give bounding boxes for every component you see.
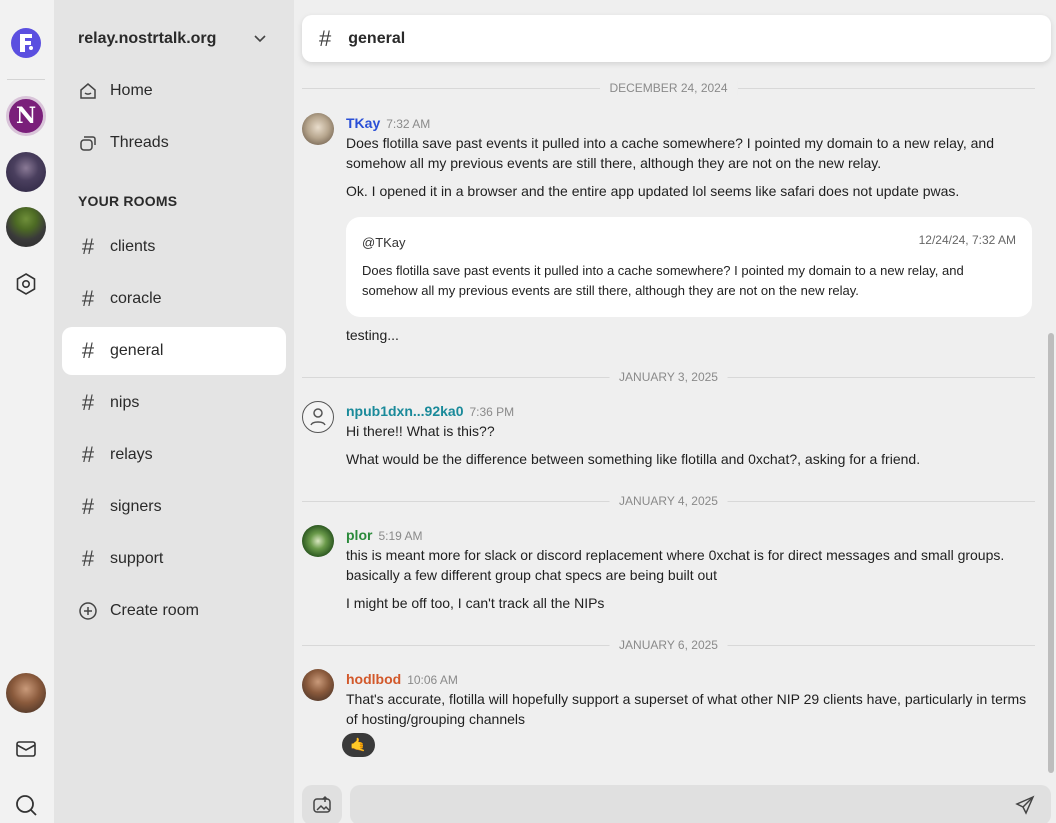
nav-threads-label: Threads (110, 134, 169, 151)
user-avatar[interactable] (6, 673, 46, 713)
search-icon[interactable] (13, 792, 39, 818)
room-item-nips[interactable]: # nips (62, 379, 286, 427)
room-item-general[interactable]: # general (62, 327, 286, 375)
date-divider: JANUARY 3, 2025 (302, 370, 1035, 384)
message-author[interactable]: npub1dxn...92ka0 7:36 PM (346, 403, 514, 419)
room-label: support (110, 550, 164, 567)
quote-author: @TKay (362, 235, 406, 250)
server-avatar-2[interactable] (6, 152, 46, 192)
server-initial: N (15, 103, 37, 129)
nav-home[interactable]: Home (62, 67, 286, 115)
message-text: I might be off too, I can't track all th… (346, 595, 605, 611)
rail-divider (7, 79, 45, 80)
threads-icon (78, 133, 98, 153)
chevron-down-icon[interactable] (252, 30, 268, 46)
avatar[interactable] (302, 525, 334, 557)
hash-icon: # (81, 442, 95, 467)
hash-icon: # (81, 286, 95, 311)
quote-text: Does flotilla save past events it pulled… (362, 263, 964, 298)
message-time: 10:06 AM (407, 673, 458, 687)
date-label: DECEMBER 24, 2024 (599, 81, 738, 95)
message-text: Hi there!! What is this?? (346, 423, 495, 439)
avatar[interactable] (302, 669, 334, 701)
create-room-label: Create room (110, 602, 199, 619)
channel-title: general (348, 29, 406, 47)
reaction-badge[interactable]: 🤙 (342, 733, 375, 757)
channel-header: # general (302, 15, 1051, 62)
chat-panel: # general DECEMBER 24, 2024 TKay 7:32 AM … (294, 0, 1056, 823)
date-label: JANUARY 4, 2025 (609, 494, 728, 508)
date-label: JANUARY 3, 2025 (609, 370, 728, 384)
image-upload-icon[interactable] (302, 785, 342, 823)
message-time: 7:32 AM (386, 117, 431, 131)
message-time: 5:19 AM (378, 529, 423, 543)
message-text: testing... (346, 327, 399, 343)
room-sidebar: relay.nostrtalk.org Home Threads YOUR RO… (54, 0, 294, 823)
room-item-clients[interactable]: # clients (62, 223, 286, 271)
date-divider: DECEMBER 24, 2024 (302, 81, 1035, 95)
message-text: What would be the difference between som… (346, 451, 921, 467)
send-icon[interactable] (1015, 795, 1035, 815)
room-label: relays (110, 446, 153, 463)
date-divider: JANUARY 4, 2025 (302, 494, 1035, 508)
quoted-message[interactable]: @TKay 12/24/24, 7:32 AM Does flotilla sa… (346, 217, 1032, 317)
message-text: this is meant more for slack or discord … (346, 547, 1005, 583)
message-input[interactable] (350, 785, 1051, 823)
room-item-signers[interactable]: # signers (62, 483, 286, 531)
hash-icon: # (81, 546, 95, 571)
nav-home-label: Home (110, 82, 153, 99)
server-avatar-3[interactable] (6, 207, 46, 247)
hash-icon: # (319, 25, 332, 51)
scrollbar[interactable] (1048, 333, 1054, 773)
room-label: signers (110, 498, 162, 515)
home-icon (78, 81, 98, 101)
date-label: JANUARY 6, 2025 (609, 638, 728, 652)
room-item-support[interactable]: # support (62, 535, 286, 583)
date-divider: JANUARY 6, 2025 (302, 638, 1035, 652)
rooms-heading: YOUR ROOMS (78, 193, 178, 209)
room-label: general (110, 342, 164, 359)
relay-name[interactable]: relay.nostrtalk.org (78, 30, 216, 48)
message-text: That's accurate, flotilla will hopefully… (346, 691, 1027, 727)
plus-circle-icon (78, 601, 98, 621)
flotilla-logo-icon[interactable] (11, 28, 41, 58)
room-item-relays[interactable]: # relays (62, 431, 286, 479)
create-room-button[interactable]: Create room (62, 587, 286, 635)
room-label: coracle (110, 290, 162, 307)
hash-icon: # (81, 494, 95, 519)
room-label: clients (110, 238, 156, 255)
mail-icon[interactable] (13, 736, 39, 762)
avatar[interactable] (302, 113, 334, 145)
room-label: nips (110, 394, 140, 411)
message-text: Does flotilla save past events it pulled… (346, 135, 994, 171)
hash-icon: # (81, 390, 95, 415)
message-time: 7:36 PM (469, 405, 515, 419)
settings-icon[interactable] (13, 271, 39, 297)
icon-rail: N (0, 0, 54, 823)
quote-time: 12/24/24, 7:32 AM (918, 233, 1016, 247)
message-text: Ok. I opened it in a browser and the ent… (346, 183, 960, 199)
message-author[interactable]: TKay 7:32 AM (346, 115, 430, 131)
server-avatar-nostrtalk[interactable]: N (6, 96, 46, 136)
message-author[interactable]: plor 5:19 AM (346, 527, 422, 543)
hash-icon: # (81, 338, 95, 363)
message-author[interactable]: hodlbod 10:06 AM (346, 671, 458, 687)
room-item-coracle[interactable]: # coracle (62, 275, 286, 323)
hash-icon: # (81, 234, 95, 259)
nav-threads[interactable]: Threads (62, 119, 286, 167)
avatar[interactable] (302, 401, 334, 433)
